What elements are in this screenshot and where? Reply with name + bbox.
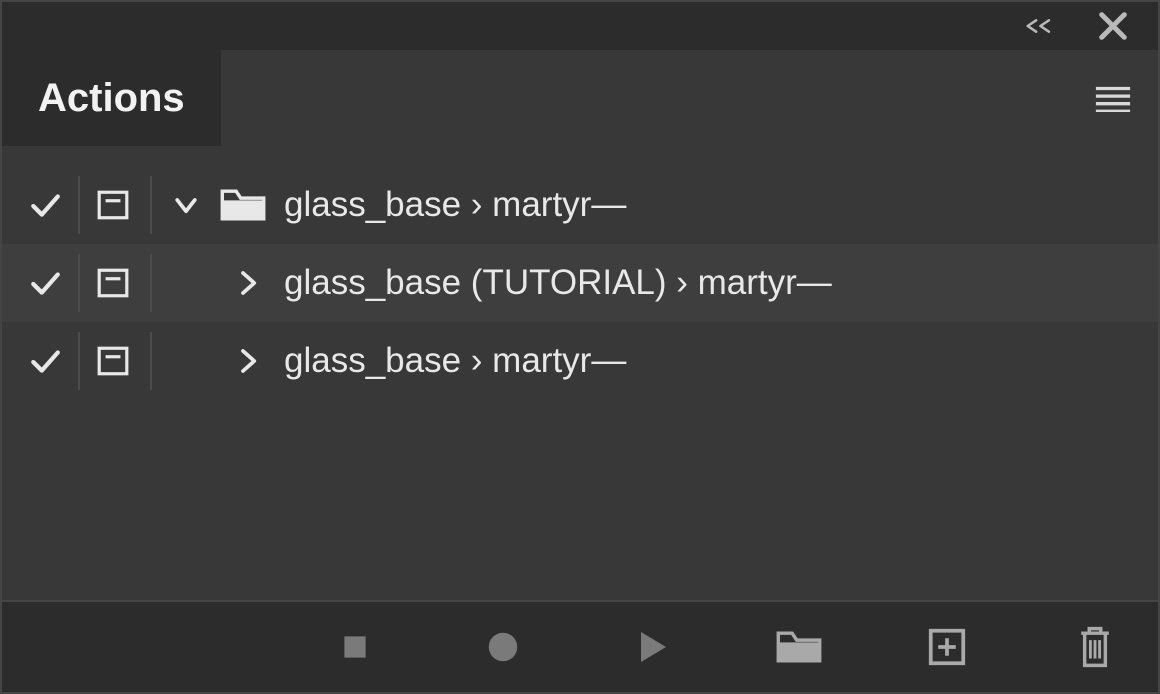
action-row[interactable]: glass_base (TUTORIAL) › martyr— — [2, 244, 1158, 322]
actions-toolbar — [2, 600, 1158, 692]
action-row-label: glass_base › martyr— — [274, 185, 1158, 225]
toggle-enabled-checkbox[interactable] — [16, 266, 74, 300]
new-action-button[interactable] — [920, 620, 974, 674]
close-panel-button[interactable] — [1096, 9, 1130, 43]
folder-icon — [212, 186, 274, 224]
panel-menu-button[interactable] — [1068, 50, 1158, 146]
actions-list: glass_base › martyr— — [2, 146, 1158, 600]
disclosure-triangle[interactable] — [222, 268, 274, 298]
actions-panel: Actions — [0, 0, 1160, 694]
action-row-label: glass_base (TUTORIAL) › martyr— — [274, 263, 1158, 303]
actions-tab-label: Actions — [38, 76, 185, 121]
record-button[interactable] — [476, 620, 530, 674]
panel-titlebar — [2, 2, 1158, 50]
disclosure-triangle[interactable] — [160, 186, 212, 224]
actions-tab[interactable]: Actions — [2, 50, 221, 146]
toggle-enabled-checkbox[interactable] — [16, 344, 74, 378]
toggle-enabled-checkbox[interactable] — [16, 188, 74, 222]
collapse-panel-button[interactable] — [1022, 9, 1056, 43]
disclosure-triangle[interactable] — [222, 346, 274, 376]
panel-tab-row: Actions — [2, 50, 1158, 146]
stop-button[interactable] — [328, 620, 382, 674]
action-set-row[interactable]: glass_base › martyr— — [2, 166, 1158, 244]
toggle-dialog-icon[interactable] — [84, 344, 142, 378]
new-set-button[interactable] — [772, 620, 826, 674]
tabrow-spacer — [221, 50, 1068, 146]
play-button[interactable] — [624, 620, 678, 674]
action-row-label: glass_base › martyr— — [274, 341, 1158, 381]
toggle-dialog-icon[interactable] — [84, 266, 142, 300]
toggle-dialog-icon[interactable] — [84, 188, 142, 222]
trash-button[interactable] — [1068, 620, 1122, 674]
action-row[interactable]: glass_base › martyr— — [2, 322, 1158, 400]
